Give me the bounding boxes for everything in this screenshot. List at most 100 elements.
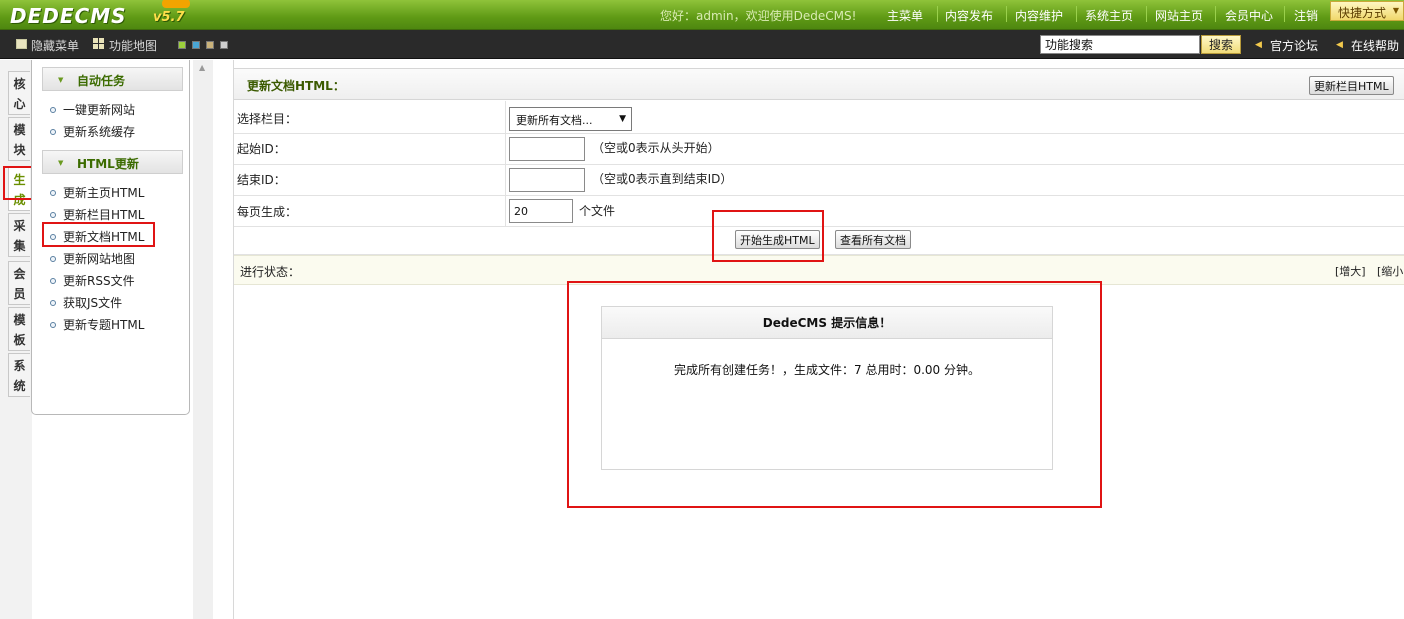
nav-separator (937, 6, 938, 22)
nav-logout[interactable]: 注销 (1294, 7, 1318, 24)
menu-item-update-sitemap[interactable]: 更新网站地图 (50, 250, 135, 267)
welcome-message: 您好：admin，欢迎使用DedeCMS! (660, 7, 856, 24)
hide-menu-icon[interactable] (16, 39, 27, 49)
menu-item-label: 更新网站地图 (63, 252, 136, 266)
username: admin (696, 9, 734, 23)
nav-member-center[interactable]: 会员中心 (1225, 7, 1273, 24)
tab-core[interactable]: 核心 (8, 71, 30, 115)
nav-publish[interactable]: 内容发布 (945, 7, 993, 24)
end-id-input[interactable] (509, 168, 585, 192)
menu-item-update-home-html[interactable]: 更新主页HTML (50, 184, 144, 201)
column-select-value: 更新所有文档... (516, 114, 593, 127)
scroll-up-icon[interactable]: ▲ (199, 63, 205, 72)
nav-main-menu[interactable]: 主菜单 (887, 7, 923, 24)
nav-system-home[interactable]: 系统主页 (1085, 7, 1133, 24)
menu-section-title: HTML更新 (77, 157, 139, 171)
menu-item-label: 获取JS文件 (63, 296, 123, 310)
per-page-input[interactable] (509, 199, 573, 223)
skin-swatch-tan[interactable] (206, 41, 214, 49)
menu-section-auto-tasks[interactable]: ▼ 自动任务 (42, 67, 183, 91)
menu-item-label: 更新主页HTML (63, 186, 145, 200)
triangle-down-icon: ▼ (58, 159, 64, 167)
online-help-link[interactable]: 在线帮助 (1351, 37, 1399, 54)
menu-item-update-column-html[interactable]: 更新栏目HTML (50, 206, 144, 223)
column-select[interactable]: 更新所有文档... ▼ (509, 107, 632, 131)
menu-item-update-topic-html[interactable]: 更新专题HTML (50, 316, 144, 333)
menu-section-html-update[interactable]: ▼ HTML更新 (42, 150, 183, 174)
column-label: 选择栏目： (237, 112, 298, 126)
function-search-input[interactable] (1040, 35, 1200, 54)
form-row-end-id: 结束ID： (234, 165, 1404, 196)
nav-separator (1146, 6, 1147, 22)
bullet-icon (50, 322, 56, 328)
tab-members-label: 会员 (13, 267, 26, 301)
skin-swatch-gray[interactable] (220, 41, 228, 49)
skin-swatch-blue[interactable] (192, 41, 200, 49)
menu-item-get-js[interactable]: 获取JS文件 (50, 294, 122, 311)
bullet-icon (50, 107, 56, 113)
triangle-down-icon: ▼ (58, 76, 64, 84)
per-page-label: 每页生成： (237, 205, 298, 219)
logo-version: v5.7 (153, 10, 185, 25)
logo-text: DEDECMS (10, 4, 127, 28)
zoom-in-link[interactable]: [增大] (1335, 263, 1366, 279)
main-header: 更新文档HTML： 更新栏目HTML (234, 68, 1404, 100)
row-divider (505, 196, 506, 227)
logo-badge (162, 0, 190, 8)
welcome-prefix: 您好： (660, 9, 697, 23)
start-id-hint: （空或0表示从头开始） (592, 141, 720, 155)
bullet-icon (50, 300, 56, 306)
menu-item-label: 更新栏目HTML (63, 208, 145, 222)
left-tab-strip: 核心 模块 生成 采集 会员 模板 系统 (0, 60, 32, 619)
row-divider (505, 165, 506, 196)
view-all-documents-button[interactable]: 查看所有文档 (835, 230, 911, 249)
end-id-label: 结束ID： (237, 173, 286, 187)
nav-site-home[interactable]: 网站主页 (1155, 7, 1203, 24)
toolbar: 隐藏菜单 功能地图 搜索 ◀ 官方论坛 ◀ 在线帮助 (0, 30, 1404, 59)
nav-separator (1215, 6, 1216, 22)
tab-modules-label: 模块 (13, 123, 26, 157)
page-title: 更新文档HTML： (247, 79, 345, 93)
per-page-unit: 个文件 (579, 204, 616, 218)
search-button[interactable]: 搜索 (1201, 35, 1241, 54)
tab-collect[interactable]: 采集 (8, 213, 30, 257)
tab-collect-label: 采集 (13, 219, 26, 253)
zoom-out-link[interactable]: [缩小 (1377, 263, 1403, 279)
tab-modules[interactable]: 模块 (8, 117, 30, 161)
nav-separator (1284, 6, 1285, 22)
update-column-html-button[interactable]: 更新栏目HTML (1309, 76, 1394, 95)
nav-separator (1076, 6, 1077, 22)
highlight-document-html-item (42, 222, 155, 247)
dedecms-logo[interactable]: DEDECMS v5.7 (10, 0, 190, 30)
quick-access-button[interactable]: 快捷方式 ▼ (1330, 1, 1404, 21)
megaphone-icon: ◀ (1255, 40, 1262, 50)
hide-menu-link[interactable]: 隐藏菜单 (31, 37, 79, 54)
end-id-hint: （空或0表示直到结束ID） (592, 172, 733, 186)
tab-members[interactable]: 会员 (8, 261, 30, 305)
tab-system[interactable]: 系统 (8, 353, 30, 397)
menu-item-label: 一键更新网站 (63, 103, 136, 117)
menu-section-title: 自动任务 (77, 74, 126, 88)
form-row-column: 选择栏目： (234, 101, 1404, 134)
chevron-down-icon: ▼ (1392, 6, 1399, 15)
row-divider (505, 134, 506, 165)
bullet-icon (50, 278, 56, 284)
menu-item-update-cache[interactable]: 更新系统缓存 (50, 123, 135, 140)
menu-item-one-click-update[interactable]: 一键更新网站 (50, 101, 135, 118)
menu-scroll-gutter[interactable]: ▲ (193, 60, 213, 619)
tab-templates-label: 模板 (13, 313, 26, 347)
start-id-input[interactable] (509, 137, 585, 161)
chevron-down-icon: ▼ (619, 114, 626, 124)
tab-templates[interactable]: 模板 (8, 307, 30, 351)
skin-swatch-green[interactable] (178, 41, 186, 49)
megaphone-icon: ◀ (1336, 40, 1343, 50)
menu-item-update-rss[interactable]: 更新RSS文件 (50, 272, 135, 289)
function-map-icon[interactable] (93, 38, 104, 49)
quick-access-label: 快捷方式 (1338, 6, 1387, 20)
progress-status-label: 进行状态： (240, 265, 301, 279)
highlight-start-button (712, 210, 824, 262)
function-map-link[interactable]: 功能地图 (109, 37, 157, 54)
menu-item-label: 更新系统缓存 (63, 125, 136, 139)
nav-maintain[interactable]: 内容维护 (1015, 7, 1063, 24)
official-forum-link[interactable]: 官方论坛 (1270, 37, 1318, 54)
